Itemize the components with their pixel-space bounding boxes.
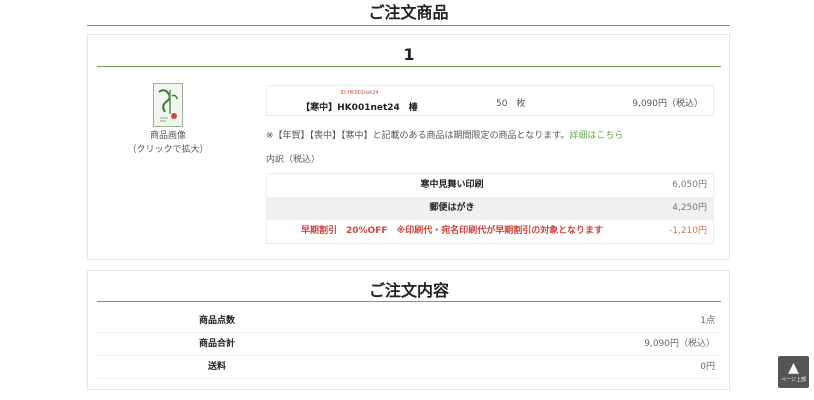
order-item-number: 1: [97, 43, 721, 67]
summary-value: 1点: [700, 316, 715, 326]
product-image-caption: 商品画像 （クリックで拡大）: [108, 129, 228, 157]
image-caption-line1: 商品画像: [149, 131, 186, 141]
breakdown-name: 早期割引 20%OFF ※印刷代・宛名印刷代が早期割引の対象となります: [301, 226, 603, 236]
breakdown-amount: -1,210円: [668, 226, 707, 236]
summary-name: 商品合計: [198, 339, 235, 349]
page-top-button[interactable]: ▲ ページ上部: [778, 356, 809, 388]
breakdown-amount: 6,050円: [672, 180, 707, 190]
summary-value: 9,090円（税込）: [644, 339, 715, 349]
breakdown-amount: 4,250円: [672, 203, 707, 213]
breakdown-label: 内訳（税込）: [266, 155, 321, 165]
summary-table: 商品点数 1点 商品合計 9,090円（税込） 送料 0円: [97, 310, 721, 379]
order-summary-card: ご注文内容 商品点数 1点 商品合計 9,090円（税込） 送料 0円: [87, 270, 730, 390]
notice-text: ※【年賀】【喪中】【寒中】と記載のある商品は期間限定の商品となります。: [266, 131, 570, 141]
up-triangle-icon: ▲: [788, 360, 799, 376]
breakdown-name: 郵便はがき: [429, 203, 475, 213]
page-title: ご注文商品: [87, 0, 730, 26]
limited-period-notice: ※【年賀】【喪中】【寒中】と記載のある商品は期間限定の商品となります。詳細はこち…: [266, 128, 726, 141]
item-name: 【寒中】HK001net24 椿: [301, 103, 418, 113]
breakdown-row: 寒中見舞い印刷 6,050円: [267, 174, 713, 197]
summary-row: 商品点数 1点: [97, 310, 721, 333]
item-price: 9,090円（税込）: [632, 99, 703, 109]
details-link[interactable]: 詳細はこちら: [569, 131, 623, 141]
summary-name: 商品点数: [198, 316, 235, 326]
order-item-row: ID:HK001net24 【寒中】HK001net24 椿 50 枚 9,09…: [266, 85, 714, 116]
order-item-card: 1 商品画像 （クリックで拡大） ID:HK001net24 【寒中】HK001…: [87, 34, 730, 260]
breakdown-table: 寒中見舞い印刷 6,050円 郵便はがき 4,250円 早期割引 20%OFF …: [266, 173, 714, 244]
summary-title: ご注文内容: [97, 279, 721, 302]
page-top-label: ページ上部: [781, 377, 806, 383]
breakdown-row: 郵便はがき 4,250円: [267, 197, 713, 220]
summary-name: 送料: [207, 362, 226, 372]
breakdown-name: 寒中見舞い印刷: [420, 180, 484, 190]
summary-value: 0円: [700, 362, 715, 372]
item-code: ID:HK001net24: [340, 90, 379, 96]
item-quantity: 50 枚: [496, 99, 526, 109]
summary-row: 商品合計 9,090円（税込）: [97, 333, 721, 356]
summary-row: 送料 0円: [97, 356, 721, 379]
greeting-card-thumbnail: [154, 84, 182, 126]
image-caption-line2[interactable]: （クリックで拡大）: [127, 145, 208, 155]
early-discount-row: 早期割引 20%OFF ※印刷代・宛名印刷代が早期割引の対象となります -1,2…: [267, 220, 713, 243]
product-image[interactable]: [153, 83, 183, 127]
